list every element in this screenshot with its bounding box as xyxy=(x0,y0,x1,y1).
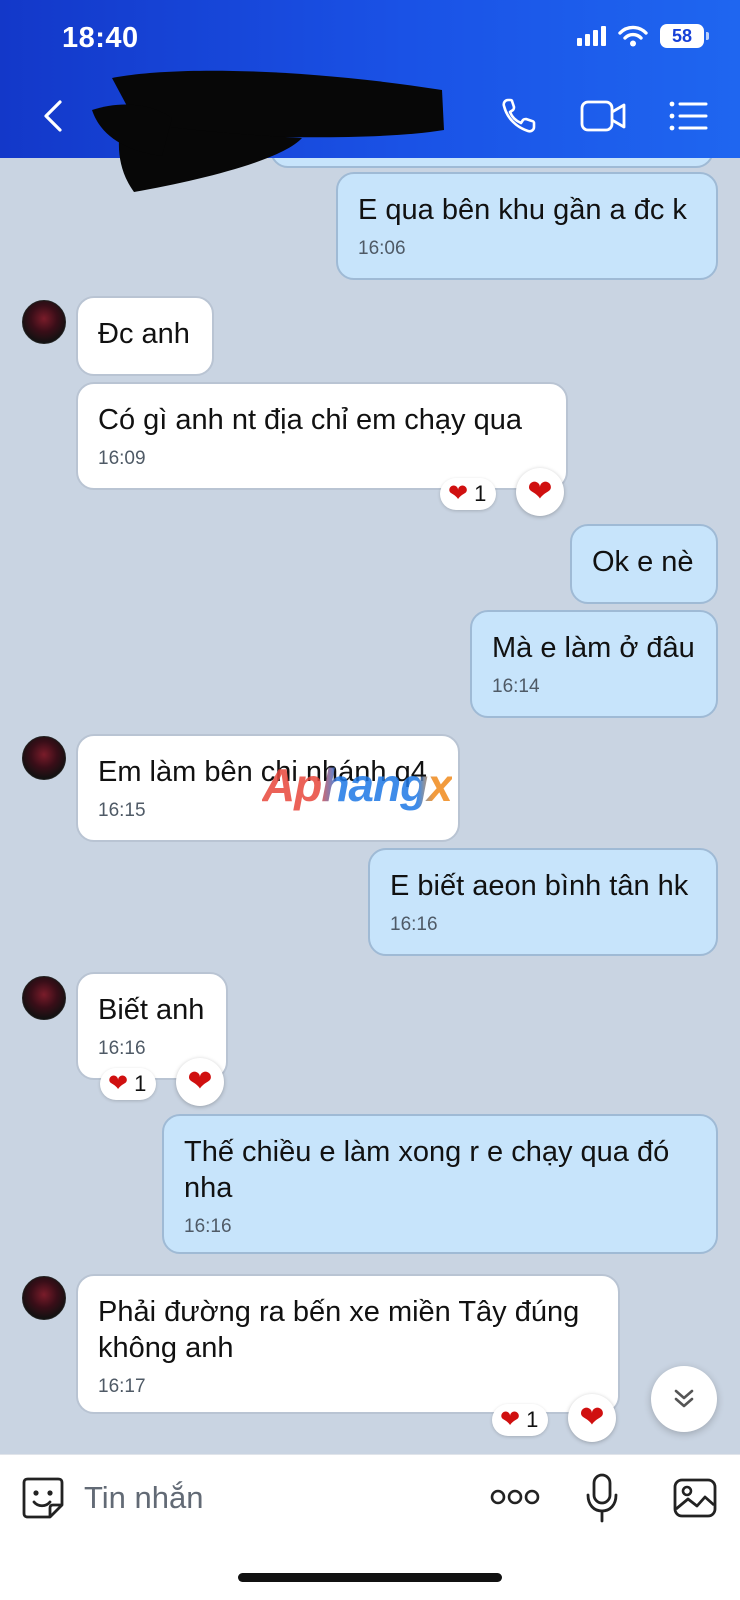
microphone-icon[interactable] xyxy=(584,1471,620,1525)
message-time: 16:15 xyxy=(98,800,146,821)
cellular-signal-icon xyxy=(577,26,606,46)
reaction-button[interactable]: ❤ xyxy=(568,1394,616,1442)
avatar[interactable] xyxy=(22,1276,66,1320)
reaction-button[interactable]: ❤ xyxy=(176,1058,224,1106)
wifi-icon xyxy=(618,25,648,47)
heart-icon: ❤ xyxy=(448,480,469,507)
reaction-summary[interactable]: ❤ 1 xyxy=(440,478,497,510)
status-time: 18:40 xyxy=(62,22,139,54)
message-bubble-outgoing[interactable]: Ok e nè xyxy=(570,524,718,604)
reaction-count: 1 xyxy=(526,1407,539,1432)
avatar[interactable] xyxy=(22,736,66,780)
message-bubble-incoming[interactable]: Em làm bên chi nhánh q4 16:15 xyxy=(76,734,460,842)
message-bubble-incoming[interactable]: Đc anh xyxy=(76,296,214,376)
redaction-scribble xyxy=(92,70,444,192)
message-text: Biết anh xyxy=(98,994,205,1026)
message-text: Ok e nè xyxy=(592,546,694,578)
message-text: Em làm bên chi nhánh q4 xyxy=(98,756,427,788)
back-icon[interactable] xyxy=(38,96,68,136)
message-text: Có gì anh nt địa chỉ em chạy qua xyxy=(98,404,522,436)
message-time: 16:16 xyxy=(390,914,438,935)
reaction-count: 1 xyxy=(474,481,487,506)
home-indicator xyxy=(238,1573,502,1582)
message-time: 16:16 xyxy=(98,1038,146,1059)
message-bubble-incoming[interactable]: Phải đường ra bến xe miền Tây đúng không… xyxy=(76,1274,620,1414)
message-bubble-outgoing[interactable]: Mà e làm ở đâu 16:14 xyxy=(470,610,718,718)
avatar[interactable] xyxy=(22,300,66,344)
reaction-button[interactable]: ❤ xyxy=(516,468,564,516)
double-chevron-down-icon xyxy=(674,1389,694,1408)
battery-indicator: 58 xyxy=(660,24,709,48)
heart-icon: ❤ xyxy=(527,475,553,508)
message-time: 16:06 xyxy=(358,238,406,259)
message-text: E biết aeon bình tân hk xyxy=(390,870,689,902)
image-icon[interactable] xyxy=(672,1475,718,1521)
message-text: Phải đường ra bến xe miền Tây đúng không… xyxy=(98,1296,580,1364)
message-bubble-incoming[interactable]: Có gì anh nt địa chỉ em chạy qua 16:09 xyxy=(76,382,568,490)
message-input[interactable] xyxy=(84,1475,464,1521)
heart-icon: ❤ xyxy=(108,1070,129,1097)
message-bubble-outgoing[interactable]: E biết aeon bình tân hk 16:16 xyxy=(368,848,718,956)
avatar[interactable] xyxy=(22,976,66,1020)
status-icons: 58 xyxy=(577,24,709,48)
message-time: 16:09 xyxy=(98,448,146,469)
smiley-sticker-icon[interactable] xyxy=(20,1475,66,1521)
list-menu-icon[interactable] xyxy=(664,94,712,138)
message-time: 16:17 xyxy=(98,1376,146,1397)
heart-icon: ❤ xyxy=(500,1406,521,1433)
message-text: Mà e làm ở đâu xyxy=(492,632,695,664)
scroll-to-bottom-button[interactable] xyxy=(651,1366,717,1432)
video-camera-icon[interactable] xyxy=(578,94,628,138)
heart-icon: ❤ xyxy=(187,1065,213,1098)
heart-icon: ❤ xyxy=(579,1401,605,1434)
more-dots-icon[interactable] xyxy=(490,1485,540,1509)
message-text: Thế chiều e làm xong r e chạy qua đó nha xyxy=(184,1136,670,1204)
reaction-summary[interactable]: ❤ 1 xyxy=(492,1404,549,1436)
message-time: 16:14 xyxy=(492,676,540,697)
phone-icon[interactable] xyxy=(496,94,544,138)
reaction-summary[interactable]: ❤ 1 xyxy=(100,1068,157,1100)
message-bubble-outgoing[interactable]: Thế chiều e làm xong r e chạy qua đó nha… xyxy=(162,1114,718,1254)
message-list[interactable]: E qua bên khu gần a đc k 16:06 Đc anh Có… xyxy=(0,158,740,1454)
composer-bar xyxy=(0,1454,740,1600)
reaction-count: 1 xyxy=(134,1071,147,1096)
message-time: 16:16 xyxy=(184,1216,232,1237)
message-text: Đc anh xyxy=(98,318,190,350)
